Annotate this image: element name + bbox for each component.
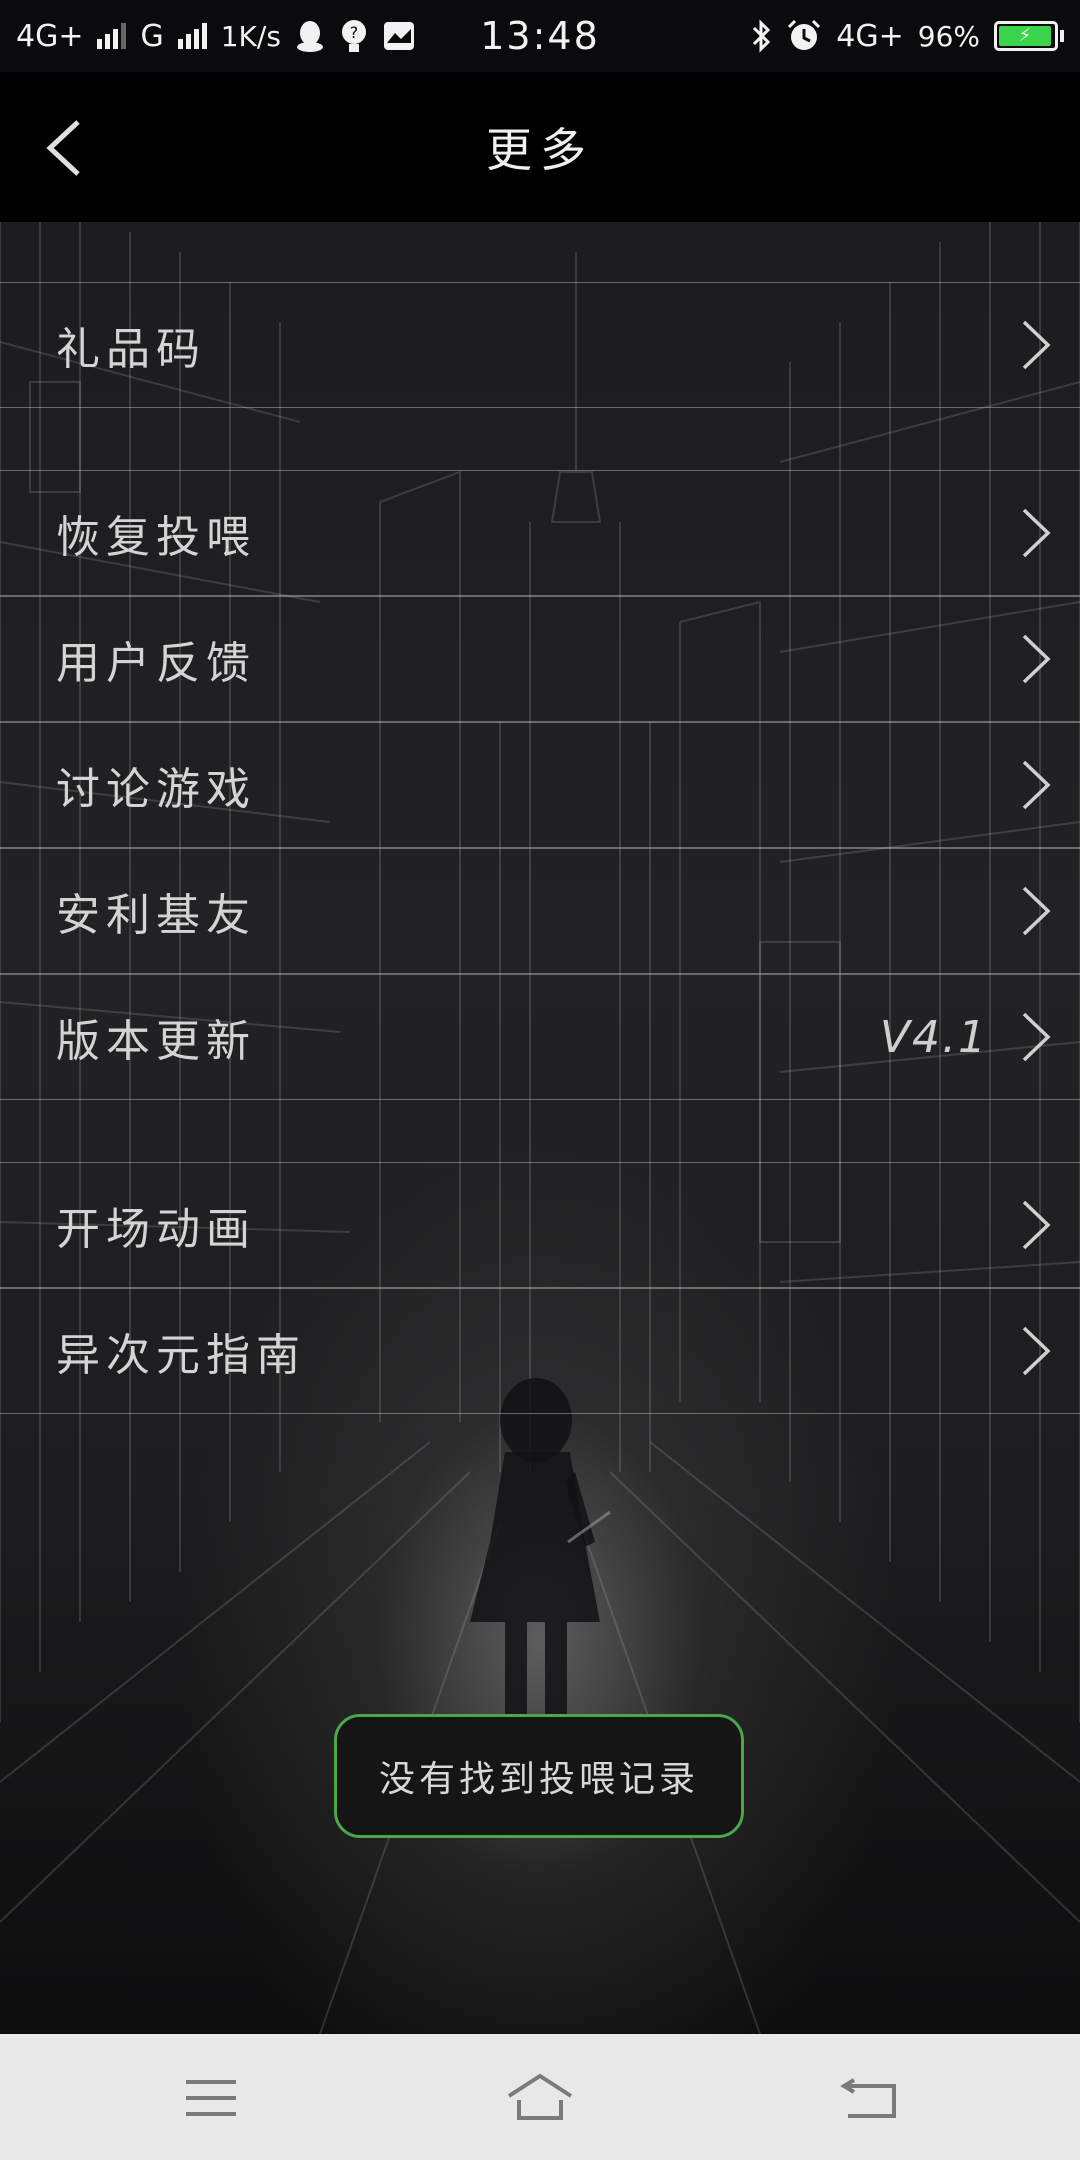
toast-message: 没有找到投喂记录 <box>334 1714 744 1838</box>
clock: 13:48 <box>480 14 600 58</box>
menu-item-label: 开场动画 <box>56 1204 256 1255</box>
system-nav-bar <box>0 2034 1080 2160</box>
menu-item-discuss-game[interactable]: 讨论游戏 <box>0 722 1080 848</box>
menu-icon[interactable] <box>176 2068 246 2128</box>
chevron-right-icon <box>1022 886 1051 936</box>
menu-item-version-update[interactable]: 版本更新 V4.1 <box>0 974 1080 1100</box>
menu-item-label: 异次元指南 <box>56 1330 306 1381</box>
back-icon[interactable] <box>834 2068 904 2128</box>
chevron-right-icon <box>1022 1012 1051 1062</box>
menu-item-label: 讨论游戏 <box>56 764 256 815</box>
chevron-right-icon <box>1022 760 1051 810</box>
chevron-right-icon <box>1022 1326 1051 1376</box>
menu-item-label: 恢复投喂 <box>56 512 256 563</box>
menu-item-recommend-friend[interactable]: 安利基友 <box>0 848 1080 974</box>
menu-item-label: 版本更新 <box>56 1016 256 1067</box>
chevron-right-icon <box>1022 508 1051 558</box>
menu-item-dimension-guide[interactable]: 异次元指南 <box>0 1288 1080 1414</box>
top-app-bar: 更多 <box>0 72 1080 222</box>
menu-item-restore-purchase[interactable]: 恢复投喂 <box>0 470 1080 596</box>
chevron-right-icon <box>1022 1200 1051 1250</box>
chevron-right-icon <box>1022 320 1051 370</box>
menu-item-label: 用户反馈 <box>56 638 256 689</box>
menu-item-label: 礼品码 <box>56 324 206 375</box>
menu-item-user-feedback[interactable]: 用户反馈 <box>0 596 1080 722</box>
page-title: 更多 <box>486 123 594 177</box>
chevron-right-icon <box>1022 634 1051 684</box>
menu-item-label: 安利基友 <box>56 890 256 941</box>
menu-item-opening-animation[interactable]: 开场动画 <box>0 1162 1080 1288</box>
status-bar: 4G+ G 1K/s ? 13:48 4G+ 96% ⚡ <box>0 0 1080 72</box>
chevron-left-icon[interactable] <box>34 116 94 180</box>
home-icon[interactable] <box>505 2068 575 2128</box>
menu-item-gift-code[interactable]: 礼品码 <box>0 282 1080 408</box>
version-value: V4.1 <box>879 1011 988 1063</box>
